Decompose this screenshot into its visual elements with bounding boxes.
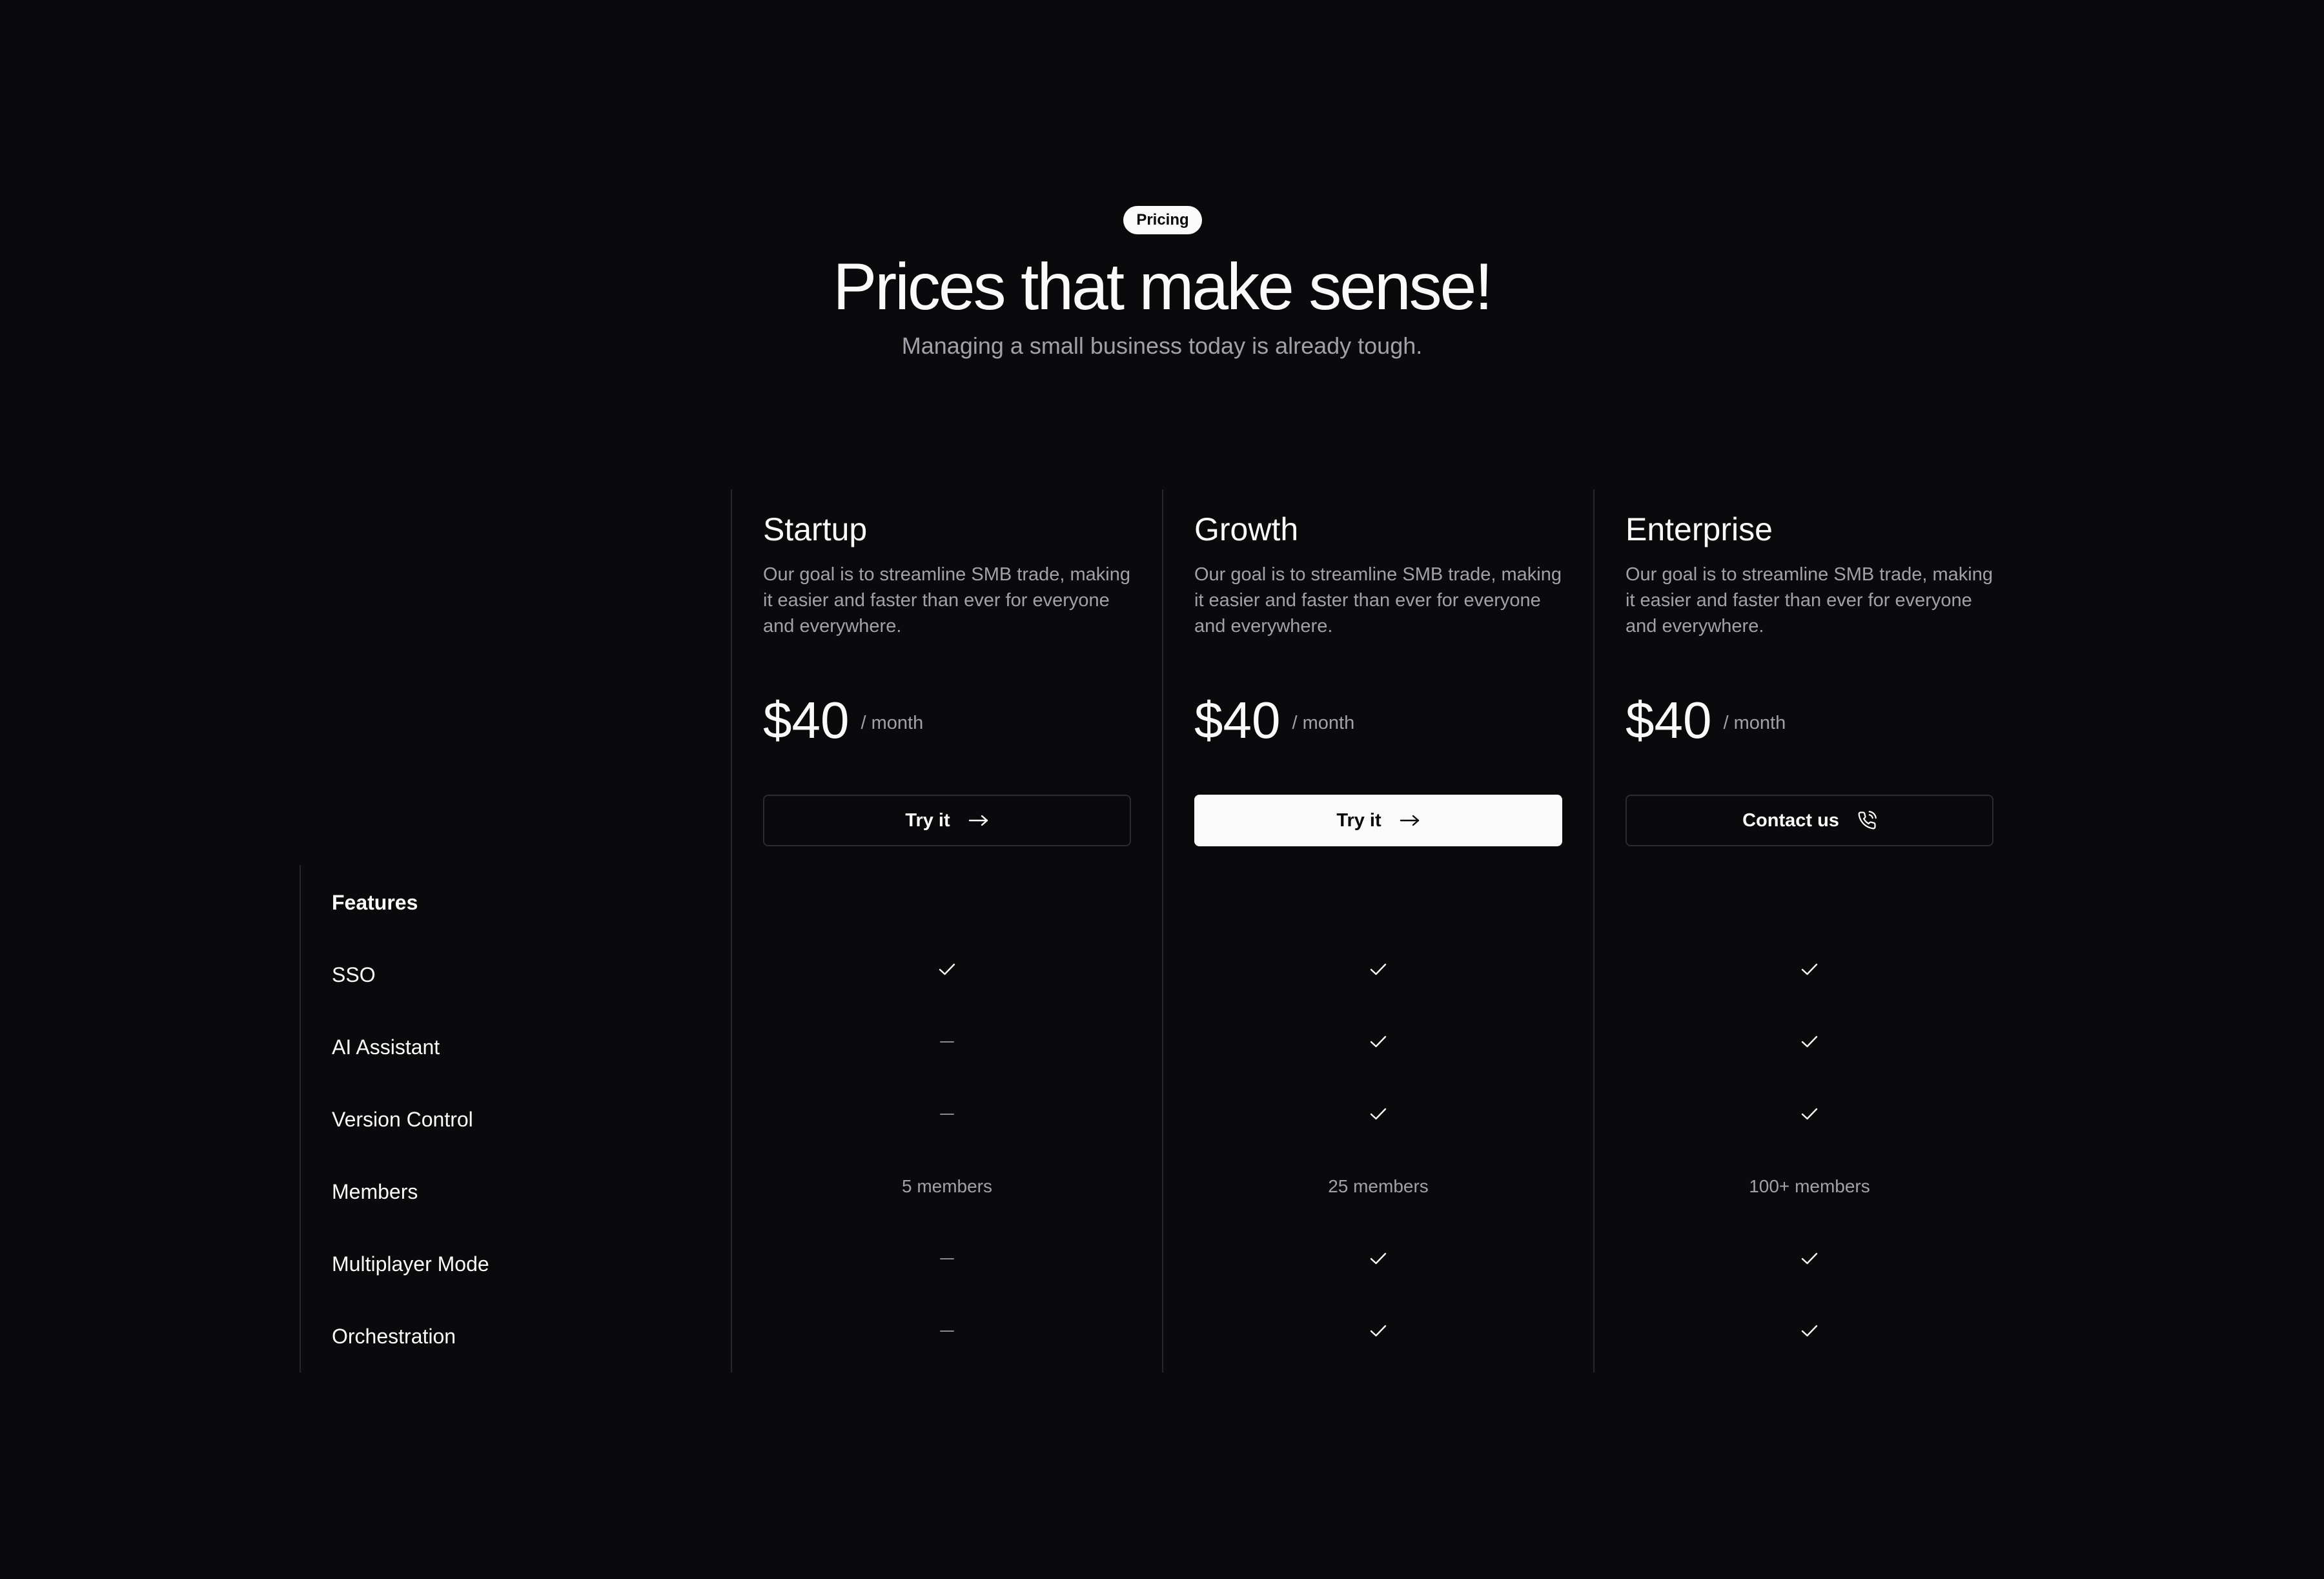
plan-description: Our goal is to streamline SMB trade, mak… bbox=[1626, 564, 1993, 637]
feature-label-ai-assistant: AI Assistant bbox=[332, 1035, 440, 1059]
check-icon bbox=[1194, 1316, 1562, 1347]
dash-icon bbox=[763, 1243, 1131, 1274]
feature-label-orchestration: Orchestration bbox=[332, 1325, 456, 1348]
feature-label-version-control: Version Control bbox=[332, 1108, 473, 1131]
price-amount: $40 bbox=[1194, 691, 1281, 749]
feature-value: 100+ members bbox=[1749, 1176, 1870, 1196]
feature-value: 5 members bbox=[901, 1176, 993, 1196]
check-icon bbox=[1626, 1099, 1993, 1130]
plan-name: Enterprise bbox=[1626, 511, 1773, 547]
plan-price: $40 / month bbox=[1626, 688, 1786, 753]
arrow-right-icon bbox=[968, 814, 989, 827]
check-icon bbox=[1194, 954, 1562, 985]
check-icon bbox=[763, 954, 1131, 985]
plan-price: $40 / month bbox=[1194, 688, 1354, 753]
contact-us-button[interactable]: Contact us bbox=[1626, 795, 1993, 846]
plan-price: $40 / month bbox=[763, 688, 923, 753]
plan-name: Growth bbox=[1194, 511, 1299, 547]
price-period: / month bbox=[1723, 713, 1786, 733]
phone-call-icon bbox=[1857, 811, 1877, 830]
arrow-right-icon bbox=[1400, 814, 1420, 827]
button-label: Try it bbox=[1336, 810, 1381, 831]
dash-icon bbox=[763, 1026, 1131, 1057]
feature-label-members: Members bbox=[332, 1180, 418, 1203]
try-it-button-growth[interactable]: Try it bbox=[1194, 795, 1562, 846]
check-icon bbox=[1626, 1316, 1993, 1347]
features-heading: Features bbox=[332, 891, 418, 914]
plan-divider-enterprise bbox=[1593, 489, 1595, 1372]
check-icon bbox=[1194, 1099, 1562, 1130]
price-amount: $40 bbox=[763, 691, 850, 749]
feature-label-sso: SSO bbox=[332, 963, 376, 986]
price-period: / month bbox=[861, 713, 924, 733]
pricing-badge: Pricing bbox=[1123, 206, 1202, 234]
plan-description: Our goal is to streamline SMB trade, mak… bbox=[763, 564, 1130, 637]
feature-label-multiplayer-mode: Multiplayer Mode bbox=[332, 1252, 489, 1276]
try-it-button-startup[interactable]: Try it bbox=[763, 795, 1131, 846]
button-label: Try it bbox=[905, 810, 950, 831]
dash-icon bbox=[763, 1316, 1131, 1347]
feature-value: 25 members bbox=[1328, 1176, 1429, 1196]
button-label: Contact us bbox=[1742, 810, 1839, 831]
plan-description: Our goal is to streamline SMB trade, mak… bbox=[1194, 564, 1562, 637]
price-amount: $40 bbox=[1626, 691, 1712, 749]
price-period: / month bbox=[1292, 713, 1355, 733]
check-icon bbox=[1194, 1026, 1562, 1057]
plan-divider-growth bbox=[1162, 489, 1163, 1372]
check-icon bbox=[1626, 1243, 1993, 1274]
plan-divider-startup bbox=[731, 489, 732, 1372]
check-icon bbox=[1194, 1243, 1562, 1274]
check-icon bbox=[1626, 1026, 1993, 1057]
page-title: Prices that make sense! bbox=[833, 250, 1493, 323]
features-divider bbox=[300, 865, 301, 1372]
check-icon bbox=[1626, 954, 1993, 985]
plan-name: Startup bbox=[763, 511, 868, 547]
dash-icon bbox=[763, 1099, 1131, 1130]
page-subtitle: Managing a small business today is alrea… bbox=[901, 332, 1423, 359]
